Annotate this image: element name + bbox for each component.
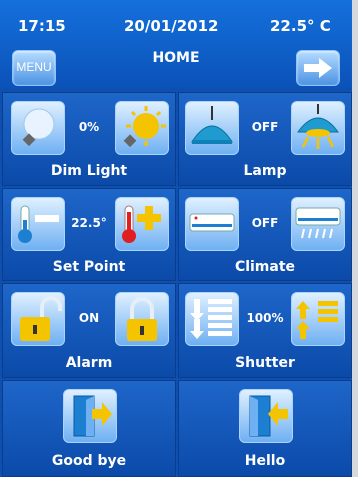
shutter-down-icon <box>190 299 232 339</box>
padlock-closed-icon <box>127 297 157 341</box>
lamp-label: Lamp <box>243 163 287 179</box>
set-point-decrease-button[interactable] <box>11 197 65 251</box>
lightbulb-off-icon <box>22 108 55 147</box>
date-display: 20/01/2012 <box>124 17 219 35</box>
alarm-value: ON <box>78 311 100 325</box>
side-strip <box>352 0 358 477</box>
alarm-arm-button[interactable] <box>115 292 169 346</box>
good-bye-button[interactable] <box>63 389 117 443</box>
climate-value: OFF <box>251 216 279 230</box>
home-panel: 17:15 20/01/2012 22.5° C HOME MENU 0% Di… <box>0 0 352 477</box>
menu-button[interactable]: MENU <box>12 50 56 86</box>
tile-set-point[interactable]: 22.5° Set Point <box>2 188 176 281</box>
tile-shutter[interactable]: 100% Shutter <box>178 283 352 378</box>
dim-light-label: Dim Light <box>50 163 128 179</box>
header-bar: 17:15 20/01/2012 22.5° C HOME MENU <box>0 0 352 88</box>
good-bye-label: Good bye <box>51 453 127 469</box>
ceiling-lamp-on-icon <box>297 104 339 149</box>
hello-button[interactable] <box>239 389 293 443</box>
tile-climate[interactable]: OFF Climate <box>178 188 352 281</box>
lamp-on-button[interactable] <box>291 101 345 155</box>
hello-label: Hello <box>244 453 286 469</box>
set-point-value: 22.5° <box>71 216 107 230</box>
air-conditioner-off-icon <box>189 213 235 232</box>
dim-light-off-button[interactable] <box>11 101 65 155</box>
temperature-display: 22.5° C <box>270 17 331 35</box>
thermometer-minus-icon <box>18 205 59 243</box>
shutter-up-button[interactable] <box>291 292 345 346</box>
clock-time: 17:15 <box>18 17 66 35</box>
lamp-off-button[interactable] <box>185 101 239 155</box>
air-conditioner-on-icon <box>295 207 341 239</box>
lamp-value: OFF <box>251 120 279 134</box>
lightbulb-on-icon <box>123 106 166 148</box>
climate-off-button[interactable] <box>185 197 239 251</box>
alarm-label: Alarm <box>65 355 113 371</box>
set-point-label: Set Point <box>52 259 126 275</box>
tile-hello[interactable]: Hello <box>178 380 352 477</box>
climate-label: Climate <box>234 259 296 275</box>
shutter-value: 100% <box>246 311 284 325</box>
tile-alarm[interactable]: ON Alarm <box>2 283 176 378</box>
tile-dim-light[interactable]: 0% Dim Light <box>2 92 176 186</box>
alarm-disarm-button[interactable] <box>11 292 65 346</box>
padlock-open-icon <box>20 296 62 341</box>
exit-door-icon <box>73 395 112 437</box>
enter-door-icon <box>249 395 288 437</box>
tile-good-bye[interactable]: Good bye <box>2 380 176 477</box>
climate-on-button[interactable] <box>291 197 345 251</box>
thermometer-plus-icon <box>122 205 161 243</box>
shutter-label: Shutter <box>235 355 295 371</box>
ceiling-lamp-off-icon <box>191 106 233 144</box>
dim-light-value: 0% <box>78 120 100 134</box>
menu-button-label: MENU <box>16 60 52 74</box>
shutter-up-icon <box>296 301 338 339</box>
dim-light-on-button[interactable] <box>115 101 169 155</box>
shutter-down-button[interactable] <box>185 292 239 346</box>
tile-lamp[interactable]: OFF Lamp <box>178 92 352 186</box>
arrow-right-icon <box>304 58 332 78</box>
next-page-button[interactable] <box>296 50 340 86</box>
set-point-increase-button[interactable] <box>115 197 169 251</box>
